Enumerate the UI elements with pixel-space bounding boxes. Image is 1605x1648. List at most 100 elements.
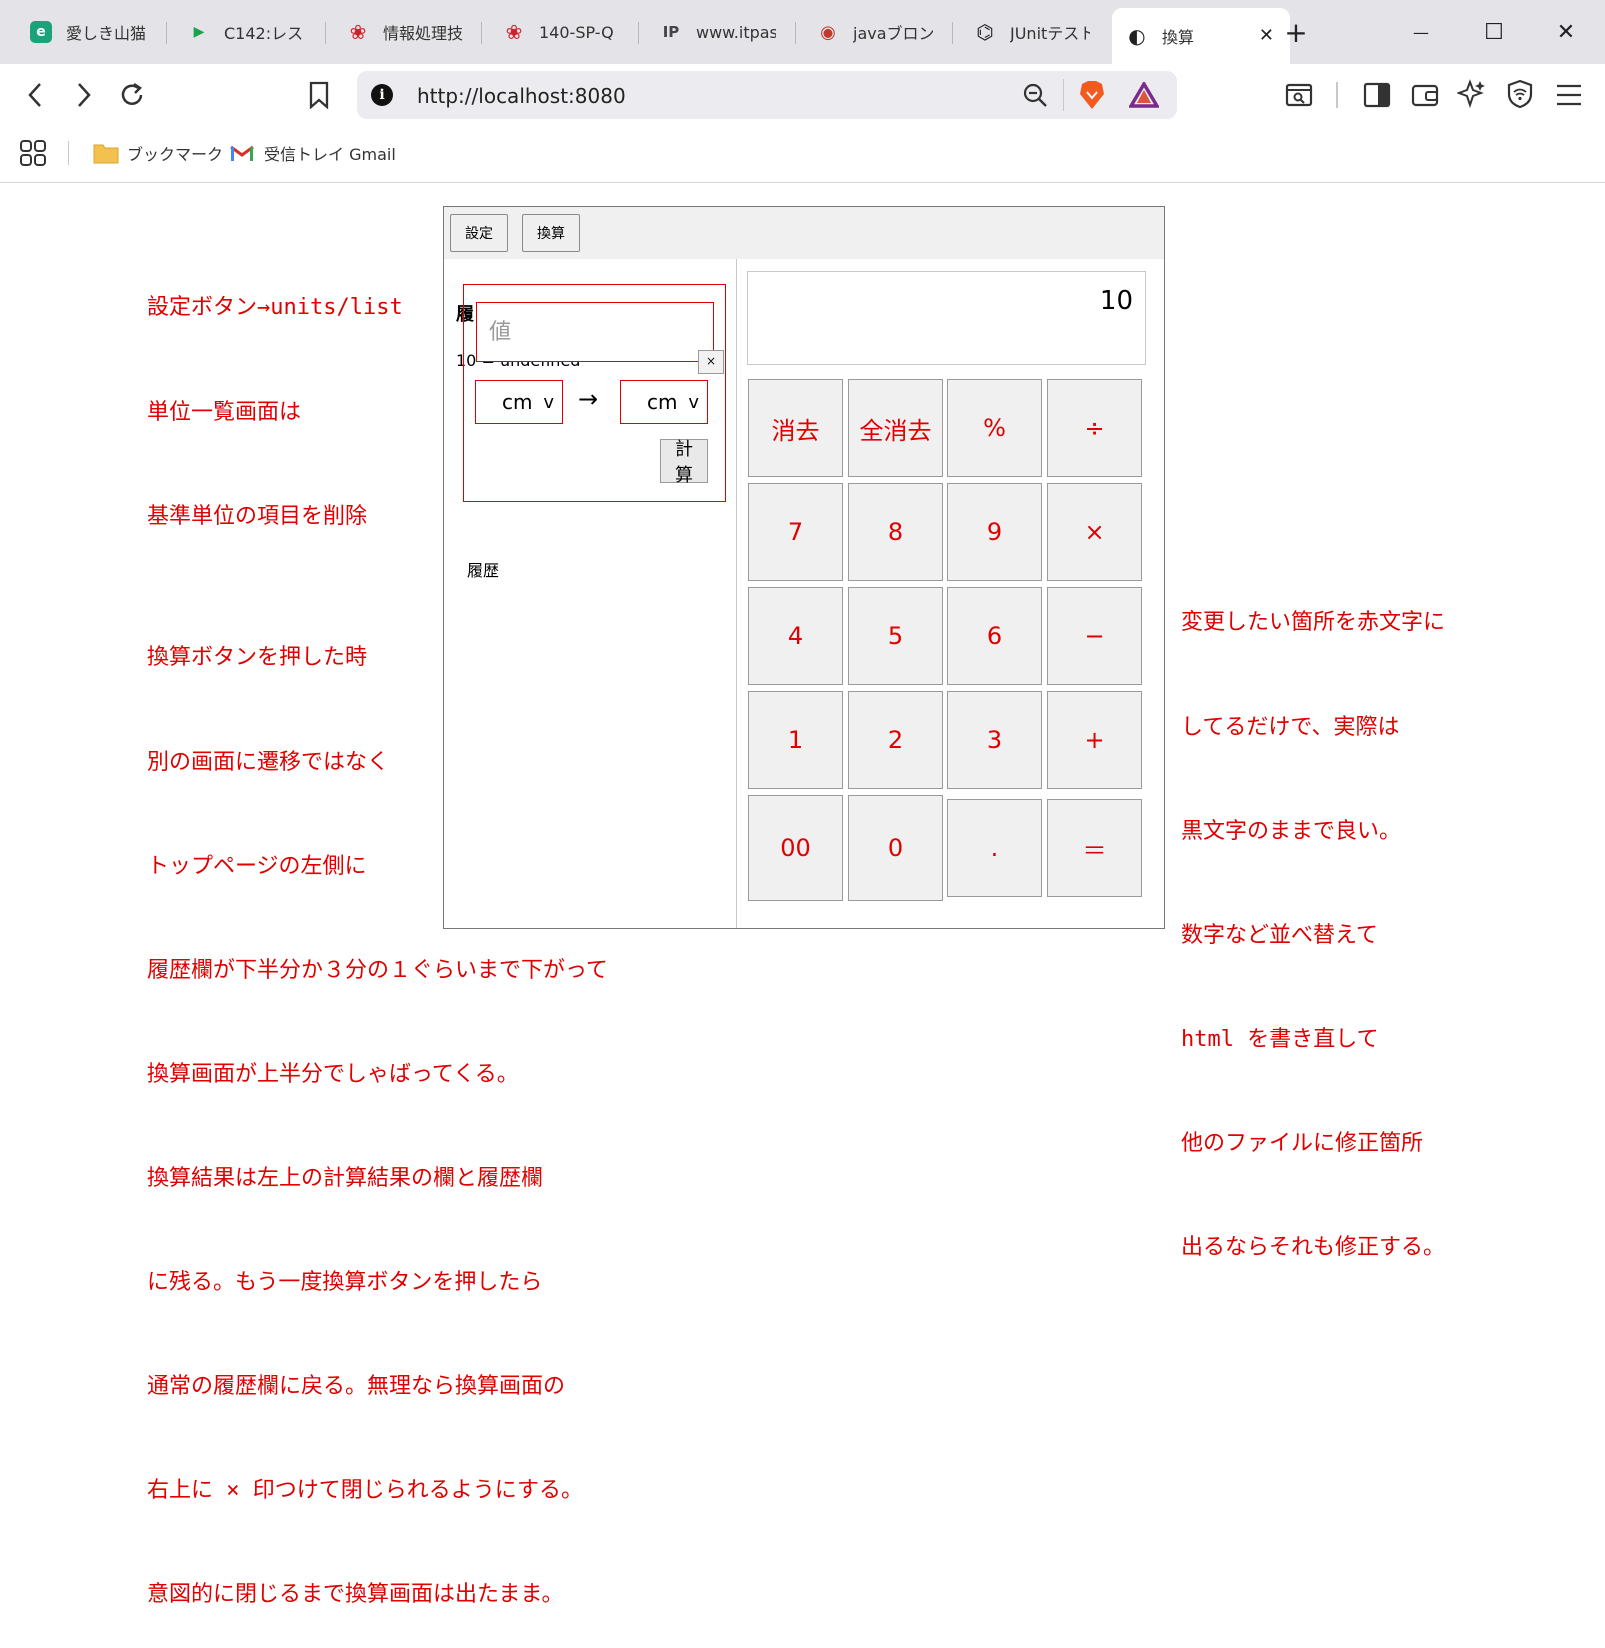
annotation-general: 変更したい箇所を赤文字に してるだけで、実際は 黒文字のままで良い。 数字など並… bbox=[1181, 537, 1445, 1300]
brave-shield-icon[interactable] bbox=[1078, 80, 1106, 114]
divider bbox=[1336, 82, 1338, 108]
menu-icon[interactable] bbox=[1555, 82, 1583, 112]
tab-7[interactable]: ⌬ JUnitテスト bbox=[974, 12, 1090, 52]
close-window-button[interactable]: ✕ bbox=[1543, 14, 1589, 50]
divider bbox=[1063, 79, 1064, 111]
tab-divider bbox=[952, 22, 953, 44]
key-7[interactable]: 7 bbox=[748, 483, 843, 581]
bookmark-icon[interactable] bbox=[300, 76, 338, 114]
site-e-icon: e bbox=[30, 21, 52, 43]
annotation-line: html を書き直して bbox=[1181, 1026, 1379, 1052]
sidebar-icon[interactable] bbox=[1363, 81, 1391, 113]
vpn-shield-icon[interactable] bbox=[1506, 79, 1534, 113]
display-value: 10 bbox=[1099, 286, 1133, 316]
tab-divider bbox=[481, 22, 482, 44]
key-plus[interactable]: + bbox=[1047, 691, 1142, 789]
key-1[interactable]: 1 bbox=[748, 691, 843, 789]
from-unit-select[interactable]: cm v bbox=[475, 380, 563, 424]
key-minus[interactable]: − bbox=[1047, 587, 1142, 685]
tab-5[interactable]: IP www.itpas bbox=[660, 12, 776, 52]
annotation-line: 換算結果は左上の計算結果の欄と履歴欄 bbox=[147, 1165, 544, 1191]
calculate-button[interactable]: 計算 bbox=[660, 439, 708, 485]
value-input[interactable] bbox=[476, 302, 714, 362]
bookmark-gmail[interactable]: 受信トレイ Gmail bbox=[230, 141, 396, 165]
forward-icon[interactable] bbox=[64, 76, 102, 114]
tab-label: JUnitテスト bbox=[1010, 24, 1090, 43]
bookmark-folder[interactable]: ブックマーク bbox=[93, 141, 223, 165]
chevron-down-icon: v bbox=[543, 391, 554, 413]
tab-2[interactable]: ▶ C142:レスト bbox=[188, 12, 304, 52]
key-3[interactable]: 3 bbox=[947, 691, 1042, 789]
play-icon: ▶ bbox=[193, 24, 205, 40]
reader-mode-icon[interactable] bbox=[1285, 81, 1313, 113]
tab-label: 情報処理技 bbox=[383, 24, 463, 43]
minimize-button[interactable]: — bbox=[1398, 14, 1444, 50]
openai-icon: ⌬ bbox=[976, 20, 994, 44]
tab-6[interactable]: ◉ javaブロンズ bbox=[817, 12, 933, 52]
key-multiply[interactable]: × bbox=[1047, 483, 1142, 581]
tab-label: www.itpas bbox=[696, 22, 776, 42]
key-9[interactable]: 9 bbox=[947, 483, 1042, 581]
annotation-line: 別の画面に遷移ではなく bbox=[147, 749, 390, 775]
tab-label: 愛しき山猫 bbox=[66, 24, 146, 43]
key-6[interactable]: 6 bbox=[947, 587, 1042, 685]
back-icon[interactable] bbox=[17, 76, 55, 114]
annotation-line: に残る。もう一度換算ボタンを押したら bbox=[147, 1270, 543, 1296]
annotation-line: 変更したい箇所を赤文字に bbox=[1181, 610, 1446, 636]
app-toolbar: 設定 換算 bbox=[444, 207, 1164, 259]
address-bar[interactable]: i http://localhost:8080 bbox=[357, 71, 1177, 119]
settings-button[interactable]: 設定 bbox=[450, 214, 508, 252]
leo-ai-icon[interactable] bbox=[1456, 79, 1487, 113]
annotation-line: 設定ボタン→units/list bbox=[147, 295, 403, 321]
tab-4[interactable]: ❀ 140-SP-Q bbox=[503, 12, 614, 52]
key-5[interactable]: 5 bbox=[848, 587, 943, 685]
close-icon[interactable]: × bbox=[698, 350, 724, 374]
annotation-line: 意図的に閉じるまで換算画面は出たまま。 bbox=[147, 1582, 564, 1608]
tab-label: javaブロンズ bbox=[853, 24, 933, 43]
annotation-line: 換算ボタンを押した時 bbox=[147, 645, 368, 671]
close-tab-icon[interactable]: ✕ bbox=[1259, 25, 1274, 46]
browser-toolbar: i http://localhost:8080 bbox=[0, 64, 1605, 126]
flower-icon: ❀ bbox=[349, 20, 367, 44]
tab-divider bbox=[795, 22, 796, 44]
zoom-out-icon[interactable] bbox=[1022, 82, 1048, 112]
chevron-down-icon: v bbox=[688, 391, 699, 413]
key-00[interactable]: 00 bbox=[748, 795, 843, 901]
annotation-line: してるだけで、実際は bbox=[1181, 714, 1400, 740]
arrow-icon: → bbox=[578, 385, 599, 413]
key-4[interactable]: 4 bbox=[748, 587, 843, 685]
new-tab-button[interactable]: + bbox=[1273, 14, 1319, 50]
flower-icon: ❀ bbox=[505, 20, 523, 44]
key-divide[interactable]: ÷ bbox=[1047, 379, 1142, 477]
reload-icon[interactable] bbox=[113, 76, 151, 114]
convert-button[interactable]: 換算 bbox=[522, 214, 580, 252]
tab-active[interactable]: ◐ 換算 ✕ bbox=[1112, 8, 1290, 64]
site-info-icon[interactable]: i bbox=[371, 84, 393, 106]
key-clear[interactable]: 消去 bbox=[748, 379, 843, 477]
annotation-line: 他のファイルに修正箇所 bbox=[1181, 1130, 1424, 1156]
key-equals[interactable]: ＝ bbox=[1047, 799, 1142, 897]
url-text[interactable]: http://localhost:8080 bbox=[417, 84, 626, 108]
from-unit-value: cm bbox=[502, 390, 533, 414]
tab-1[interactable]: e 愛しき山猫 bbox=[30, 12, 146, 52]
annotation-line: 右上に × 印つけて閉じられるようにする。 bbox=[147, 1478, 583, 1504]
tab-3[interactable]: ❀ 情報処理技 bbox=[347, 12, 463, 52]
key-all-clear[interactable]: 全消去 bbox=[848, 379, 943, 477]
to-unit-select[interactable]: cm v bbox=[620, 380, 708, 424]
key-decimal[interactable]: . bbox=[947, 799, 1042, 897]
bookmark-label: ブックマーク bbox=[127, 145, 224, 164]
annotation-line: 数字など並べ替えて bbox=[1181, 922, 1378, 948]
tab-label: 140-SP-Q bbox=[539, 22, 614, 42]
key-0[interactable]: 0 bbox=[848, 795, 943, 901]
to-unit-value: cm bbox=[647, 390, 678, 414]
wallet-icon[interactable] bbox=[1411, 81, 1439, 113]
key-8[interactable]: 8 bbox=[848, 483, 943, 581]
ip-icon: IP bbox=[662, 23, 680, 41]
tab-label: 換算 bbox=[1162, 28, 1195, 47]
brave-rewards-icon[interactable] bbox=[1127, 80, 1161, 112]
key-2[interactable]: 2 bbox=[848, 691, 943, 789]
key-percent[interactable]: % bbox=[947, 379, 1042, 477]
apps-grid-icon[interactable] bbox=[19, 139, 47, 171]
maximize-button[interactable]: ☐ bbox=[1471, 14, 1517, 50]
tab-bar: e 愛しき山猫 ▶ C142:レスト ❀ 情報処理技 ❀ 140-SP-Q IP… bbox=[0, 0, 1605, 64]
